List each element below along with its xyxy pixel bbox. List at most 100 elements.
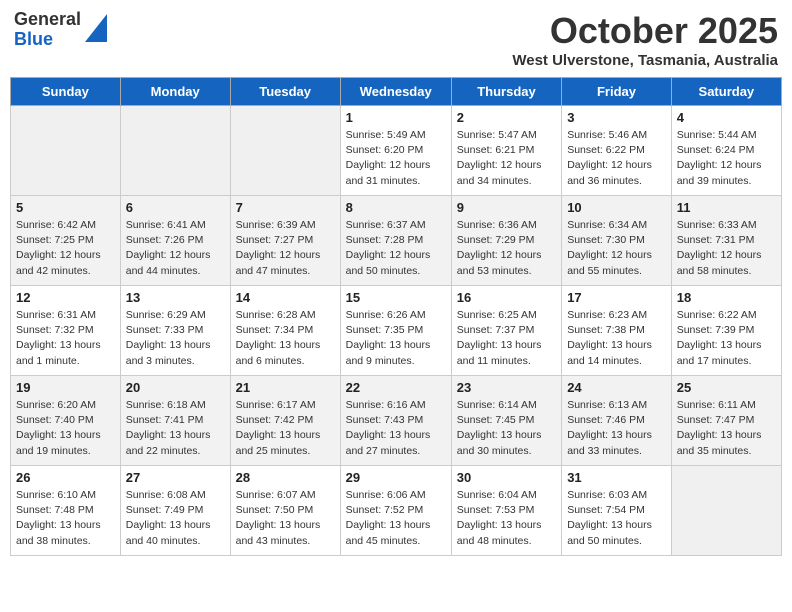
- month-title: October 2025: [512, 10, 778, 52]
- calendar-cell: 31 Sunrise: 6:03 AMSunset: 7:54 PMDayligh…: [562, 466, 672, 556]
- day-number: 6: [126, 200, 225, 215]
- logo-general: General: [14, 10, 81, 30]
- day-number: 13: [126, 290, 225, 305]
- day-info: Sunrise: 6:20 AMSunset: 7:40 PMDaylight:…: [16, 398, 115, 459]
- calendar-cell: 15 Sunrise: 6:26 AMSunset: 7:35 PMDayligh…: [340, 286, 451, 376]
- day-number: 23: [457, 380, 556, 395]
- logo-blue: Blue: [14, 30, 81, 50]
- day-info: Sunrise: 6:41 AMSunset: 7:26 PMDaylight:…: [126, 218, 225, 279]
- calendar-cell: 4 Sunrise: 5:44 AMSunset: 6:24 PMDaylight…: [671, 106, 781, 196]
- calendar-cell: 28 Sunrise: 6:07 AMSunset: 7:50 PMDayligh…: [230, 466, 340, 556]
- calendar-cell: 13 Sunrise: 6:29 AMSunset: 7:33 PMDayligh…: [120, 286, 230, 376]
- calendar-cell: 3 Sunrise: 5:46 AMSunset: 6:22 PMDaylight…: [562, 106, 672, 196]
- day-info: Sunrise: 5:44 AMSunset: 6:24 PMDaylight:…: [677, 128, 776, 189]
- logo: General Blue: [14, 10, 107, 50]
- day-number: 27: [126, 470, 225, 485]
- day-info: Sunrise: 6:37 AMSunset: 7:28 PMDaylight:…: [346, 218, 446, 279]
- location-title: West Ulverstone, Tasmania, Australia: [512, 52, 778, 69]
- day-number: 3: [567, 110, 666, 125]
- day-number: 12: [16, 290, 115, 305]
- day-number: 4: [677, 110, 776, 125]
- logo-icon: [85, 14, 107, 42]
- day-info: Sunrise: 6:26 AMSunset: 7:35 PMDaylight:…: [346, 308, 446, 369]
- weekday-header-wednesday: Wednesday: [340, 78, 451, 106]
- day-number: 30: [457, 470, 556, 485]
- day-info: Sunrise: 6:36 AMSunset: 7:29 PMDaylight:…: [457, 218, 556, 279]
- calendar-cell: 12Sunrise: 6:31 AMSunset: 7:32 PMDayligh…: [11, 286, 121, 376]
- day-number: 1: [346, 110, 446, 125]
- calendar-cell: 10 Sunrise: 6:34 AMSunset: 7:30 PMDayligh…: [562, 196, 672, 286]
- day-number: 21: [236, 380, 335, 395]
- weekday-header-thursday: Thursday: [451, 78, 561, 106]
- day-info: Sunrise: 5:49 AMSunset: 6:20 PMDaylight:…: [346, 128, 446, 189]
- day-number: 10: [567, 200, 666, 215]
- day-number: 14: [236, 290, 335, 305]
- day-info: Sunrise: 5:46 AMSunset: 6:22 PMDaylight:…: [567, 128, 666, 189]
- day-number: 15: [346, 290, 446, 305]
- calendar-cell: 26 Sunrise: 6:10 AMSunset: 7:48 PMDayligh…: [11, 466, 121, 556]
- day-number: 31: [567, 470, 666, 485]
- day-info: Sunrise: 5:47 AMSunset: 6:21 PMDaylight:…: [457, 128, 556, 189]
- day-number: 9: [457, 200, 556, 215]
- day-number: 7: [236, 200, 335, 215]
- day-info: Sunrise: 6:08 AMSunset: 7:49 PMDaylight:…: [126, 488, 225, 549]
- day-info: Sunrise: 6:34 AMSunset: 7:30 PMDaylight:…: [567, 218, 666, 279]
- day-info: Sunrise: 6:06 AMSunset: 7:52 PMDaylight:…: [346, 488, 446, 549]
- weekday-header-friday: Friday: [562, 78, 672, 106]
- calendar-cell: [120, 106, 230, 196]
- weekday-header-sunday: Sunday: [11, 78, 121, 106]
- day-info: Sunrise: 6:25 AMSunset: 7:37 PMDaylight:…: [457, 308, 556, 369]
- day-number: 11: [677, 200, 776, 215]
- calendar-cell: 24Sunrise: 6:13 AMSunset: 7:46 PMDayligh…: [562, 376, 672, 466]
- calendar-cell: 30Sunrise: 6:04 AMSunset: 7:53 PMDayligh…: [451, 466, 561, 556]
- calendar-cell: 2 Sunrise: 5:47 AMSunset: 6:21 PMDaylight…: [451, 106, 561, 196]
- day-number: 16: [457, 290, 556, 305]
- day-info: Sunrise: 6:39 AMSunset: 7:27 PMDaylight:…: [236, 218, 335, 279]
- calendar-cell: 19 Sunrise: 6:20 AMSunset: 7:40 PMDayligh…: [11, 376, 121, 466]
- day-number: 29: [346, 470, 446, 485]
- day-info: Sunrise: 6:42 AMSunset: 7:25 PMDaylight:…: [16, 218, 115, 279]
- day-number: 8: [346, 200, 446, 215]
- day-info: Sunrise: 6:23 AMSunset: 7:38 PMDaylight:…: [567, 308, 666, 369]
- calendar-cell: 18Sunrise: 6:22 AMSunset: 7:39 PMDayligh…: [671, 286, 781, 376]
- day-info: Sunrise: 6:11 AMSunset: 7:47 PMDaylight:…: [677, 398, 776, 459]
- calendar-cell: [11, 106, 121, 196]
- day-number: 5: [16, 200, 115, 215]
- day-info: Sunrise: 6:28 AMSunset: 7:34 PMDaylight:…: [236, 308, 335, 369]
- day-number: 2: [457, 110, 556, 125]
- day-number: 24: [567, 380, 666, 395]
- calendar-cell: 21 Sunrise: 6:17 AMSunset: 7:42 PMDayligh…: [230, 376, 340, 466]
- day-number: 19: [16, 380, 115, 395]
- calendar-cell: 16 Sunrise: 6:25 AMSunset: 7:37 PMDayligh…: [451, 286, 561, 376]
- day-info: Sunrise: 6:07 AMSunset: 7:50 PMDaylight:…: [236, 488, 335, 549]
- day-info: Sunrise: 6:16 AMSunset: 7:43 PMDaylight:…: [346, 398, 446, 459]
- calendar-cell: 20 Sunrise: 6:18 AMSunset: 7:41 PMDayligh…: [120, 376, 230, 466]
- calendar-cell: 11Sunrise: 6:33 AMSunset: 7:31 PMDayligh…: [671, 196, 781, 286]
- day-info: Sunrise: 6:18 AMSunset: 7:41 PMDaylight:…: [126, 398, 225, 459]
- calendar-cell: [230, 106, 340, 196]
- calendar-cell: 5 Sunrise: 6:42 AMSunset: 7:25 PMDaylight…: [11, 196, 121, 286]
- day-info: Sunrise: 6:03 AMSunset: 7:54 PMDaylight:…: [567, 488, 666, 549]
- page-header: General Blue October 2025 West Ulverston…: [10, 10, 782, 69]
- day-info: Sunrise: 6:17 AMSunset: 7:42 PMDaylight:…: [236, 398, 335, 459]
- calendar-cell: 8 Sunrise: 6:37 AMSunset: 7:28 PMDaylight…: [340, 196, 451, 286]
- day-info: Sunrise: 6:14 AMSunset: 7:45 PMDaylight:…: [457, 398, 556, 459]
- day-number: 26: [16, 470, 115, 485]
- day-number: 18: [677, 290, 776, 305]
- calendar-table: SundayMondayTuesdayWednesdayThursdayFrid…: [10, 77, 782, 556]
- calendar-cell: 23 Sunrise: 6:14 AMSunset: 7:45 PMDayligh…: [451, 376, 561, 466]
- day-info: Sunrise: 6:10 AMSunset: 7:48 PMDaylight:…: [16, 488, 115, 549]
- day-info: Sunrise: 6:29 AMSunset: 7:33 PMDaylight:…: [126, 308, 225, 369]
- calendar-cell: 29 Sunrise: 6:06 AMSunset: 7:52 PMDayligh…: [340, 466, 451, 556]
- calendar-cell: 17Sunrise: 6:23 AMSunset: 7:38 PMDayligh…: [562, 286, 672, 376]
- day-number: 20: [126, 380, 225, 395]
- calendar-cell: 6 Sunrise: 6:41 AMSunset: 7:26 PMDaylight…: [120, 196, 230, 286]
- calendar-cell: 1 Sunrise: 5:49 AMSunset: 6:20 PMDaylight…: [340, 106, 451, 196]
- calendar-cell: 9 Sunrise: 6:36 AMSunset: 7:29 PMDaylight…: [451, 196, 561, 286]
- calendar-cell: 22Sunrise: 6:16 AMSunset: 7:43 PMDayligh…: [340, 376, 451, 466]
- weekday-header-saturday: Saturday: [671, 78, 781, 106]
- calendar-cell: 25Sunrise: 6:11 AMSunset: 7:47 PMDayligh…: [671, 376, 781, 466]
- weekday-header-monday: Monday: [120, 78, 230, 106]
- day-number: 28: [236, 470, 335, 485]
- calendar-cell: 27 Sunrise: 6:08 AMSunset: 7:49 PMDayligh…: [120, 466, 230, 556]
